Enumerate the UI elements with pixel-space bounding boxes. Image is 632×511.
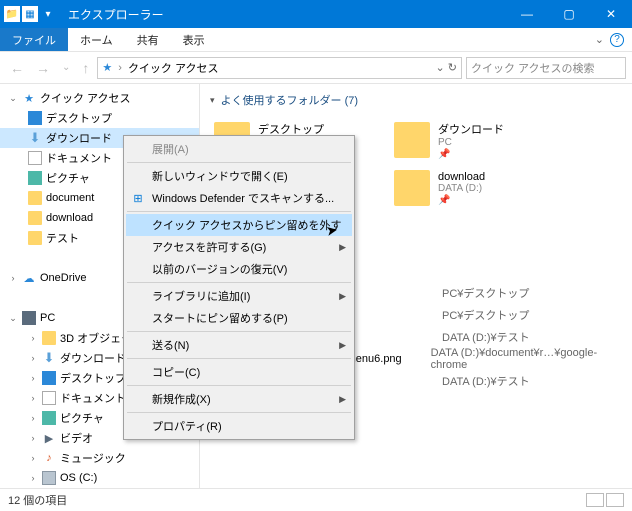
forward-button: →: [32, 60, 54, 76]
address-bar[interactable]: ★ › クイック アクセス ⌄ ↻: [97, 57, 462, 79]
refresh-icon[interactable]: ↻: [448, 62, 457, 74]
window-title: エクスプローラー: [68, 6, 164, 23]
address-bar-row: ← → ⌄ ↑ ★ › クイック アクセス ⌄ ↻ クイック アクセスの検索: [0, 52, 632, 84]
address-dropdown-icon[interactable]: ⌄: [436, 62, 445, 74]
context-menu-item[interactable]: プロパティ(R): [126, 415, 352, 437]
details-view-button[interactable]: [586, 493, 604, 507]
help-icon[interactable]: ?: [610, 33, 624, 47]
breadcrumb[interactable]: クイック アクセス: [128, 60, 219, 76]
context-menu-item[interactable]: スタートにピン留めする(P): [126, 307, 352, 329]
cursor-icon: ➤: [325, 221, 340, 240]
history-dropdown[interactable]: ⌄: [58, 62, 74, 73]
context-menu-item[interactable]: アクセスを許可する(G)▶: [126, 236, 352, 258]
quick-access-toolbar: 📁 ▦ ▾: [0, 6, 60, 22]
context-menu-item[interactable]: ライブラリに追加(I)▶: [126, 285, 352, 307]
ribbon-expand-icon[interactable]: ⌄: [595, 33, 604, 46]
tab-share[interactable]: 共有: [125, 28, 171, 51]
icons-view-button[interactable]: [606, 493, 624, 507]
context-menu-item[interactable]: 新規作成(X)▶: [126, 388, 352, 410]
folder-item[interactable]: ダウンロードPC📌: [390, 116, 570, 164]
item-count: 12 個の項目: [8, 492, 67, 508]
tab-home[interactable]: ホーム: [68, 28, 125, 51]
maximize-button[interactable]: ▢: [548, 0, 590, 28]
tab-view[interactable]: 表示: [171, 28, 217, 51]
context-menu: 展開(A) 新しいウィンドウで開く(E)⊞Windows Defender でスキ…: [123, 135, 355, 440]
tree-item[interactable]: デスクトップ: [0, 108, 199, 128]
tree-item[interactable]: ›♪ミュージック: [0, 448, 199, 468]
quickaccess-star-icon: ★: [102, 61, 112, 74]
context-menu-item[interactable]: 送る(N)▶: [126, 334, 352, 356]
folder-item[interactable]: downloadDATA (D:)📌: [390, 164, 570, 212]
minimize-button[interactable]: —: [506, 0, 548, 28]
shield-icon: ⊞: [130, 190, 146, 206]
search-input[interactable]: クイック アクセスの検索: [466, 57, 626, 79]
tree-item[interactable]: ⌄★クイック アクセス: [0, 88, 199, 108]
context-menu-item[interactable]: ⊞Windows Defender でスキャンする...: [126, 187, 352, 209]
context-menu-item[interactable]: 以前のバージョンの復元(V): [126, 258, 352, 280]
file-menu[interactable]: ファイル: [0, 28, 68, 51]
ribbon-tabs: ファイル ホーム 共有 表示 ⌄ ?: [0, 28, 632, 52]
titlebar: 📁 ▦ ▾ エクスプローラー — ▢ ✕: [0, 0, 632, 28]
paste-icon[interactable]: ▦: [22, 6, 38, 22]
close-button[interactable]: ✕: [590, 0, 632, 28]
tree-item[interactable]: ›OS (C:): [0, 468, 199, 488]
qat-dropdown-icon[interactable]: ▾: [40, 6, 56, 22]
up-button[interactable]: ↑: [78, 60, 93, 76]
folder-icon: 📁: [4, 6, 20, 22]
context-menu-item[interactable]: クイック アクセスからピン留めを外す: [126, 214, 352, 236]
context-menu-item: 展開(A): [126, 138, 352, 160]
status-bar: 12 個の項目: [0, 488, 632, 510]
context-menu-item[interactable]: コピー(C): [126, 361, 352, 383]
back-button[interactable]: ←: [6, 60, 28, 76]
section-header[interactable]: ▾よく使用するフォルダー (7): [210, 92, 622, 108]
context-menu-item[interactable]: 新しいウィンドウで開く(E): [126, 165, 352, 187]
